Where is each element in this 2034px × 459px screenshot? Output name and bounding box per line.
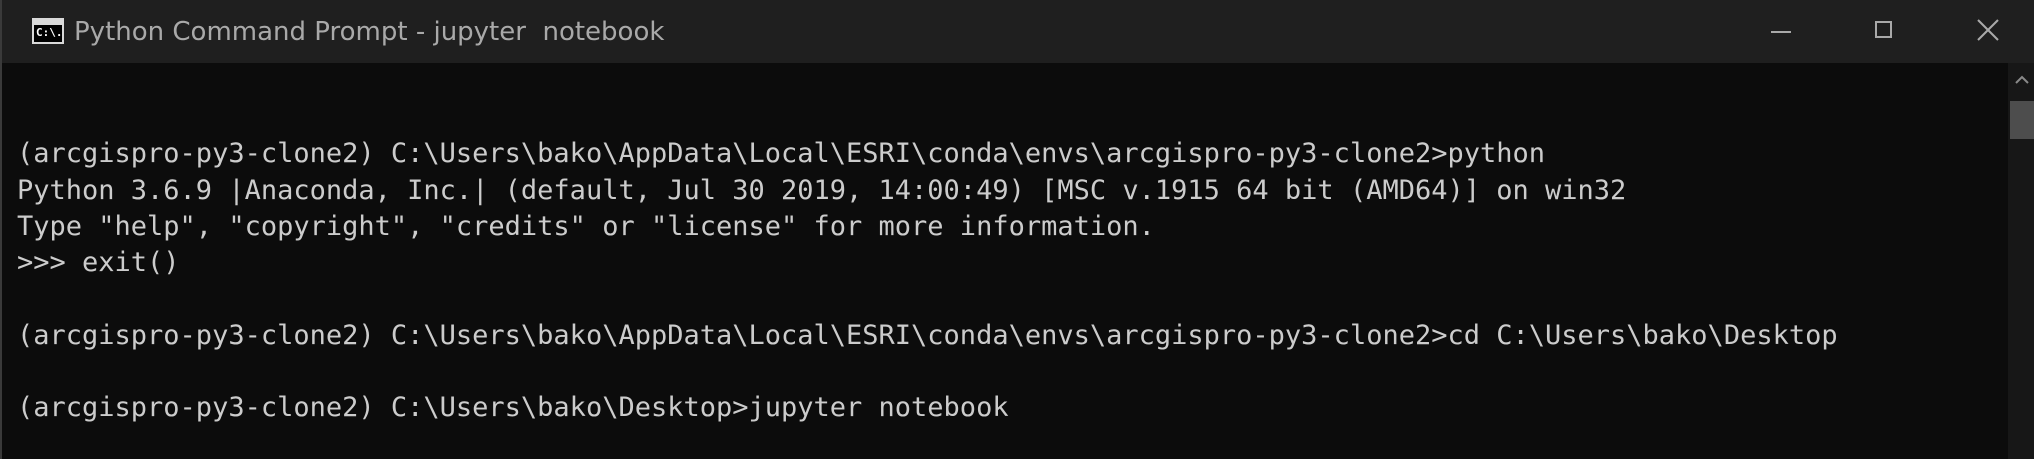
console-line: Python 3.6.9 |Anaconda, Inc.| (default, …	[17, 174, 1627, 206]
vertical-scrollbar[interactable]	[2008, 63, 2034, 459]
chevron-up-icon	[2015, 75, 2029, 84]
scroll-up-button[interactable]	[2008, 63, 2034, 97]
app-icon-label: C:\.	[36, 26, 63, 39]
close-button[interactable]	[1937, 0, 2034, 63]
minimize-button[interactable]	[1729, 0, 1831, 63]
console-line: (arcgispro-py3-clone2) C:\Users\bako\App…	[17, 319, 1838, 351]
console-line: Type "help", "copyright", "credits" or "…	[17, 210, 1155, 242]
window-title: Python Command Prompt - jupyter notebook	[74, 17, 665, 47]
console-line: (arcgispro-py3-clone2) C:\Users\bako\Des…	[17, 392, 1009, 424]
minimize-icon	[1771, 31, 1791, 33]
maximize-icon	[1875, 21, 1892, 38]
console-line: >>> exit()	[17, 247, 180, 279]
close-icon	[1977, 19, 1999, 41]
console-line: (arcgispro-py3-clone2) C:\Users\bako\App…	[17, 138, 1546, 170]
console-output[interactable]: (arcgispro-py3-clone2) C:\Users\bako\App…	[17, 100, 1997, 427]
title-bar[interactable]: C:\. Python Command Prompt - jupyter not…	[2, 0, 2034, 63]
command-prompt-icon[interactable]: C:\.	[32, 18, 64, 44]
scrollbar-thumb[interactable]	[2010, 101, 2034, 139]
console-window: C:\. Python Command Prompt - jupyter not…	[0, 0, 2034, 459]
maximize-button[interactable]	[1833, 0, 1935, 63]
